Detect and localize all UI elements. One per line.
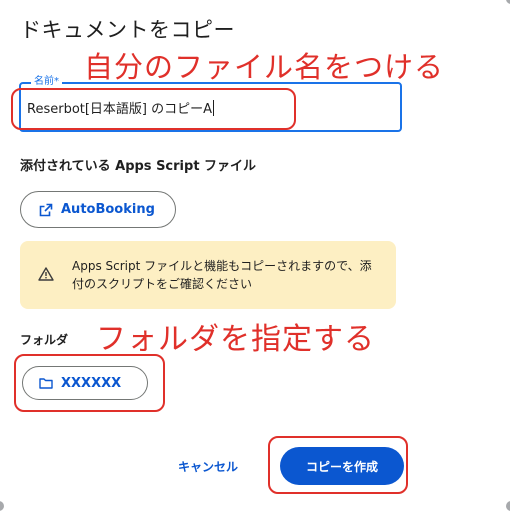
annotation-name-note: 自分のファイル名をつける — [84, 50, 445, 84]
highlight-name-field — [11, 88, 296, 130]
highlight-copy-button — [268, 436, 408, 494]
warning-icon — [38, 267, 54, 281]
dialog-title: ドキュメントをコピー — [20, 18, 235, 42]
apps-script-heading: 添付されている Apps Script ファイル — [20, 159, 257, 174]
highlight-folder-button — [14, 354, 165, 412]
window-corner — [0, 501, 4, 511]
autobooking-label: AutoBooking — [61, 202, 155, 217]
autobooking-button[interactable]: AutoBooking — [20, 191, 176, 228]
open-in-new-icon — [39, 203, 53, 216]
window-corner — [506, 0, 510, 4]
folder-label: フォルダ — [20, 333, 69, 347]
annotation-folder-note: フォルダを指定する — [96, 322, 375, 357]
window-corner — [506, 501, 510, 511]
name-field-label: 名前* — [31, 75, 62, 89]
cancel-button[interactable]: キャンセル — [178, 458, 238, 475]
warning-text: Apps Script ファイルと機能もコピーされますので、添付のスクリプトをご… — [72, 259, 372, 291]
warning-banner: Apps Script ファイルと機能もコピーされますので、添付のスクリプトをご… — [20, 241, 396, 309]
